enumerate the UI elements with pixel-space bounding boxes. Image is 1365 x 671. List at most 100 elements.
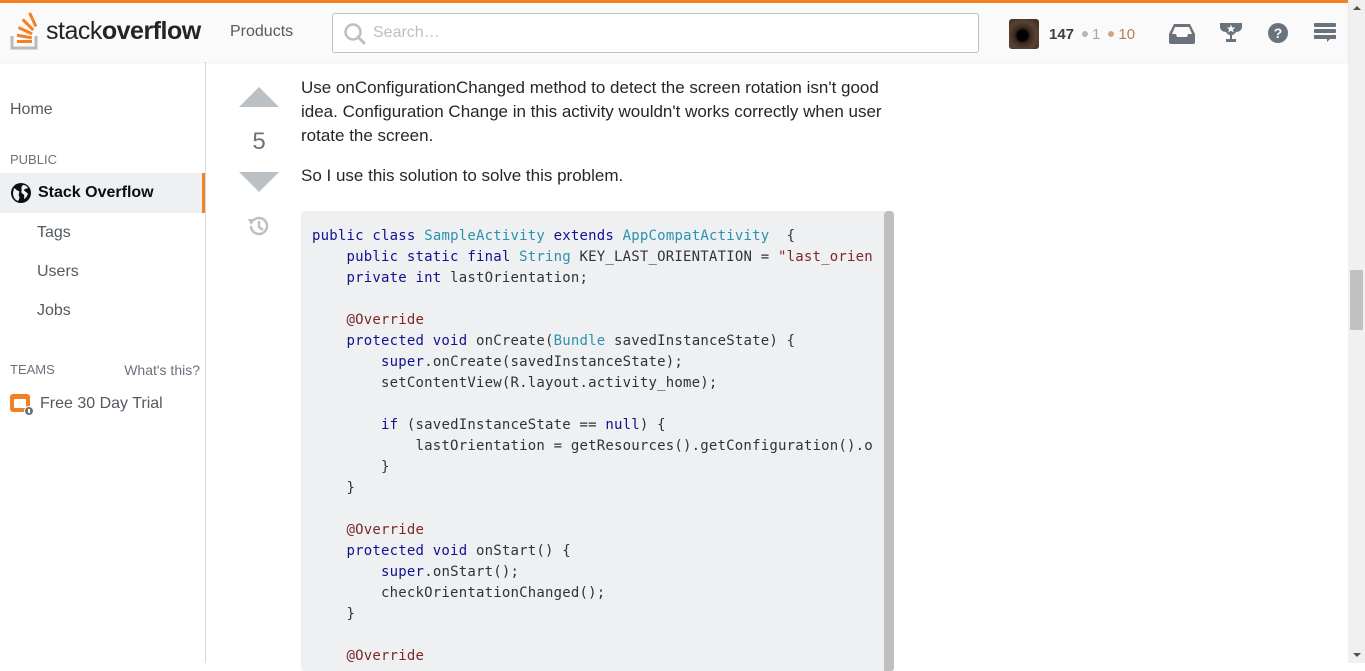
code-line: @Override xyxy=(312,310,872,331)
scroll-down-arrow-icon[interactable] xyxy=(1353,653,1361,657)
code-token: { xyxy=(769,228,796,244)
code-line: public static final String KEY_LAST_ORIE… xyxy=(312,247,872,268)
answer-body: Use onConfigurationChanged method to det… xyxy=(301,76,896,204)
code-token: ) { xyxy=(639,417,666,433)
svg-text:?: ? xyxy=(1274,25,1283,41)
free-trial-link[interactable]: Free 30 Day Trial xyxy=(10,392,163,416)
code-token: if xyxy=(381,417,399,433)
silver-badge-count: 1 xyxy=(1092,25,1101,43)
code-line: protected void onCreate(Bundle savedInst… xyxy=(312,331,872,352)
code-token: } xyxy=(312,459,390,475)
sidebar-heading-teams: TEAMS xyxy=(10,362,55,377)
code-line: @Override xyxy=(312,646,872,667)
code-token: onCreate( xyxy=(467,333,554,349)
code-token: } xyxy=(312,606,356,622)
code-line: } xyxy=(312,478,872,499)
code-line: if (savedInstanceState == null) { xyxy=(312,415,872,436)
sidebar-item-jobs[interactable]: Jobs xyxy=(37,302,242,320)
code-line: setContentView(R.layout.activity_home); xyxy=(312,373,872,394)
code-token: onStart() { xyxy=(467,543,571,559)
page-scrollbar[interactable] xyxy=(1348,0,1365,663)
sidebar-item-tags[interactable]: Tags xyxy=(37,224,242,242)
code-line: lastOrientation = getResources().getConf… xyxy=(312,436,872,457)
whats-this-link[interactable]: What's this? xyxy=(124,362,200,378)
code-token: @Override xyxy=(346,522,425,538)
code-line: checkOrientationChanged(); xyxy=(312,583,872,604)
code-token: public static final xyxy=(346,249,520,265)
globe-icon xyxy=(11,183,31,203)
logo-text-light: stack xyxy=(46,16,102,45)
scroll-up-arrow-icon[interactable] xyxy=(1353,6,1361,10)
code-token: AppCompatActivity xyxy=(622,228,770,244)
sidebar-item-home[interactable]: Home xyxy=(10,101,215,119)
teams-header: TEAMS What's this? xyxy=(10,362,200,378)
history-icon[interactable] xyxy=(246,213,272,239)
user-card[interactable]: 147 1 10 xyxy=(1009,19,1135,49)
sidebar-item-users[interactable]: Users xyxy=(37,263,242,281)
code-line: private int lastOrientation; xyxy=(312,268,872,289)
code-line: super.onStart(); xyxy=(312,562,872,583)
code-token: lastOrientation = getResources().getConf… xyxy=(415,438,872,454)
search-input[interactable] xyxy=(333,14,978,52)
code-token: extends xyxy=(545,228,623,244)
code-line: super.onCreate(savedInstanceState); xyxy=(312,352,872,373)
code-token: } xyxy=(312,480,356,496)
logo-text-bold: overflow xyxy=(101,16,201,45)
code-token: String xyxy=(519,249,571,265)
code-token: super xyxy=(381,354,425,370)
help-icon[interactable]: ? xyxy=(1266,21,1290,45)
site-switcher-icon[interactable] xyxy=(1313,21,1337,45)
avatar[interactable] xyxy=(1009,19,1039,49)
site-logo[interactable]: stackoverflow xyxy=(10,11,201,51)
sidebar-item-stack-overflow[interactable]: Stack Overflow xyxy=(0,173,205,213)
code-token: checkOrientationChanged(); xyxy=(312,585,606,601)
vote-count: 5 xyxy=(252,128,266,155)
code-token: (savedInstanceState == xyxy=(398,417,606,433)
silver-badge-icon xyxy=(1082,31,1089,37)
sidebar-heading-public: PUBLIC xyxy=(10,152,57,167)
code-line: @Override xyxy=(312,520,872,541)
code-token: @Override xyxy=(346,648,425,664)
code-token: protected void xyxy=(346,333,468,349)
code-block[interactable]: public class SampleActivity extends AppC… xyxy=(301,211,894,671)
products-menu[interactable]: Products xyxy=(215,13,308,51)
code-token: public class xyxy=(312,228,425,244)
code-token: protected void xyxy=(346,543,468,559)
top-bar: stackoverflow Products 147 1 10 ? xyxy=(0,0,1348,62)
code-token: setContentView(R.layout.activity_home); xyxy=(312,375,718,391)
stack-overflow-logo-icon xyxy=(10,12,38,50)
code-token: SampleActivity xyxy=(424,228,545,244)
code-token: null xyxy=(605,417,640,433)
answer-paragraph: Use onConfigurationChanged method to det… xyxy=(301,78,882,145)
code-line: } xyxy=(312,457,872,478)
upvote-arrow-icon[interactable] xyxy=(238,85,280,109)
free-trial-label: Free 30 Day Trial xyxy=(40,395,163,412)
achievements-icon[interactable] xyxy=(1218,21,1244,45)
scrollbar-thumb[interactable] xyxy=(1350,270,1363,330)
bronze-badges: 10 xyxy=(1108,26,1135,43)
code-token: lastOrientation; xyxy=(441,270,589,286)
downvote-arrow-icon[interactable] xyxy=(238,170,280,194)
bronze-badge-count: 10 xyxy=(1118,25,1136,43)
sidebar-item-stack-overflow-label: Stack Overflow xyxy=(38,184,154,201)
silver-badges: 1 xyxy=(1082,26,1100,43)
inbox-icon[interactable] xyxy=(1168,21,1196,45)
code-token: super xyxy=(381,564,425,580)
teams-briefcase-icon xyxy=(10,394,34,416)
code-token: private int xyxy=(346,270,442,286)
code-text[interactable]: public class SampleActivity extends AppC… xyxy=(301,211,872,667)
vote-cell: 5 xyxy=(238,85,280,244)
search-box[interactable] xyxy=(332,13,979,53)
code-block-scrollbar[interactable] xyxy=(884,211,894,671)
code-token: KEY_LAST_ORIENTATION = xyxy=(570,249,778,265)
